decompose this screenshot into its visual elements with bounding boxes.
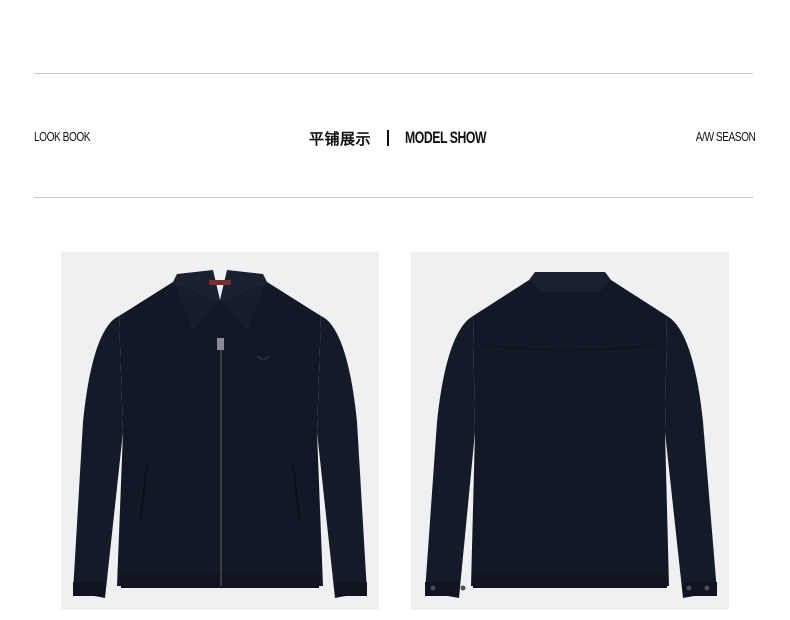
jacket-front-illustration [73,270,367,598]
jacket-front-image[interactable] [61,252,379,610]
jacket-back-illustration [425,272,717,598]
section-title: 平铺展示 MODEL SHOW [309,124,518,152]
lookbook-label: LOOK BOOK [34,129,91,144]
bottom-divider-line [34,197,753,198]
section-header: LOOK BOOK 平铺展示 MODEL SHOW A/W SEASON [0,124,790,152]
title-separator [387,130,390,146]
section-title-en: MODEL SHOW [405,128,487,147]
season-label: A/W SEASON [695,129,755,144]
jacket-back-image[interactable] [411,252,729,610]
section-title-cn: 平铺展示 [309,129,372,148]
top-divider-line [34,73,753,74]
